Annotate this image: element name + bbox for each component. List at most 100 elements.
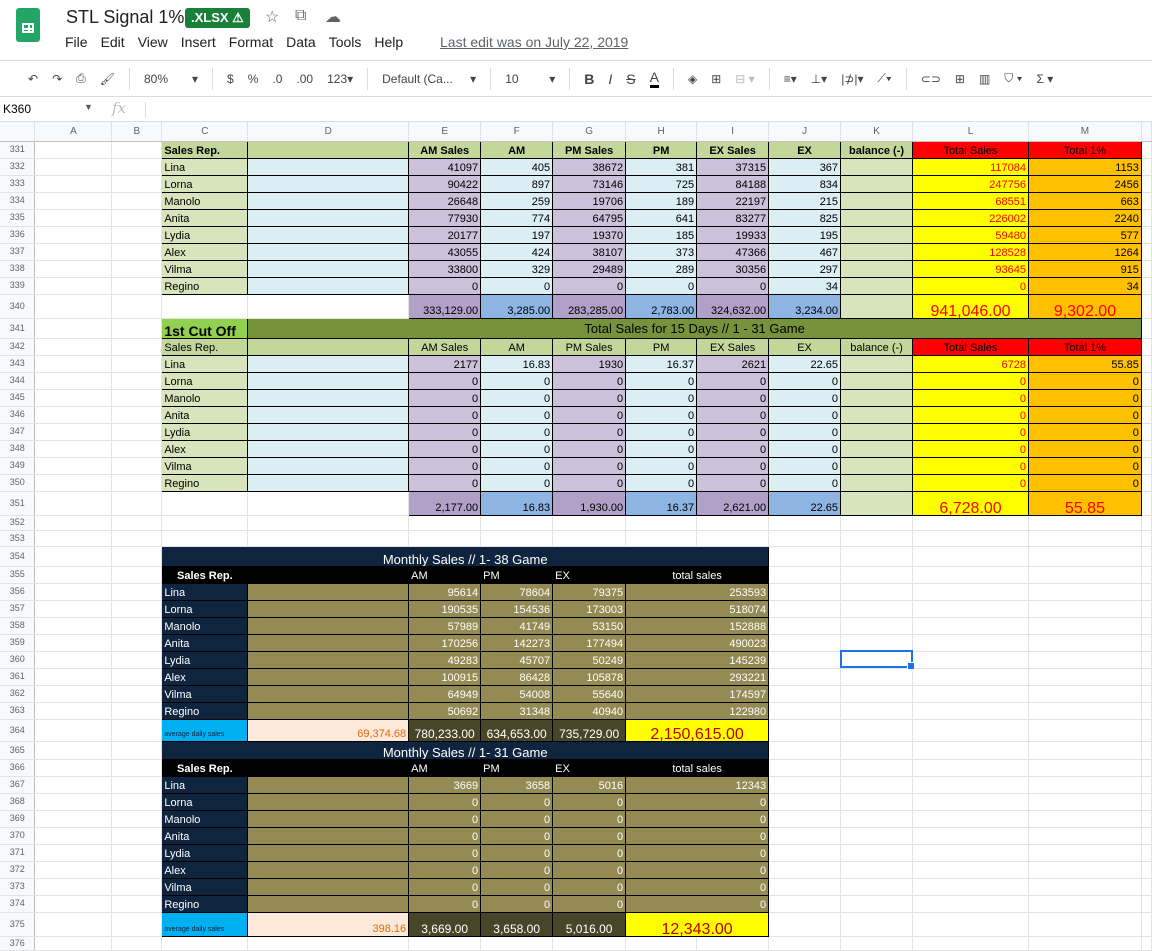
cell-d[interactable]	[247, 701, 410, 720]
cell-c[interactable]: Lorna	[161, 371, 249, 390]
cell-k[interactable]	[840, 208, 914, 227]
cell-b[interactable]	[111, 530, 163, 547]
cell-i[interactable]: 84188	[696, 174, 770, 193]
row-header[interactable]: 345	[0, 389, 36, 407]
row-header[interactable]: 353	[0, 530, 36, 547]
cell-i[interactable]	[696, 515, 770, 531]
cell-a[interactable]	[34, 776, 113, 794]
cell-h[interactable]: 0	[625, 371, 698, 390]
decrease-decimal-button[interactable]: .0	[272, 72, 282, 86]
cell-j[interactable]	[768, 793, 842, 811]
cell-d[interactable]	[247, 337, 410, 356]
cell-d[interactable]	[247, 276, 410, 295]
cell-c[interactable]: Lina	[161, 157, 249, 176]
cell-a[interactable]	[34, 355, 113, 373]
cell-e[interactable]: 333,129.00	[408, 293, 482, 319]
cell-g[interactable]: 0	[552, 473, 627, 492]
cell-c[interactable]: Lina	[161, 582, 249, 601]
cell-k[interactable]	[840, 422, 914, 441]
cell-j[interactable]: 0	[768, 473, 842, 492]
cell-c[interactable]: Lorna	[161, 792, 249, 811]
cell-b[interactable]	[111, 741, 163, 760]
cell-e[interactable]: 49283	[408, 650, 482, 669]
cell-k[interactable]	[840, 702, 914, 720]
cell-g[interactable]	[552, 530, 627, 547]
row-header[interactable]: 335	[0, 209, 36, 227]
file-format-badge[interactable]: .XLSX ⚠	[185, 8, 250, 28]
cell-k[interactable]	[840, 388, 914, 407]
cell-b[interactable]	[111, 226, 163, 244]
cell-d[interactable]	[247, 936, 410, 951]
cell-g[interactable]: 50249	[552, 650, 627, 669]
row-header[interactable]: 375	[0, 912, 36, 937]
row-header[interactable]: 374	[0, 895, 36, 913]
cell-e[interactable]: 3669	[408, 775, 482, 794]
cell-a[interactable]	[34, 702, 113, 720]
cell-j[interactable]	[768, 566, 842, 584]
cell-f[interactable]	[480, 515, 554, 531]
cell-c[interactable]: Manolo	[161, 388, 249, 407]
cell-i[interactable]: 30356	[696, 259, 770, 278]
cell-m[interactable]	[1028, 651, 1142, 669]
cell-a[interactable]	[34, 793, 113, 811]
row-header[interactable]: 356	[0, 583, 36, 601]
cell-f[interactable]: 54008	[480, 684, 554, 703]
cell-d[interactable]	[247, 208, 410, 227]
row-header[interactable]: 350	[0, 474, 36, 492]
cell-h[interactable]: PM	[625, 337, 698, 356]
cell-m[interactable]	[1028, 600, 1142, 618]
cell-m[interactable]	[1028, 530, 1142, 547]
cell-l[interactable]	[912, 844, 1029, 862]
cell-h[interactable]: 0	[625, 439, 698, 458]
cell-d[interactable]	[247, 894, 410, 913]
cell-b[interactable]	[111, 141, 163, 159]
fill-color-icon[interactable]: ◈	[688, 72, 697, 86]
cell-c[interactable]: Sales Rep.	[161, 140, 249, 159]
cell-e[interactable]: 41097	[408, 157, 482, 176]
cell-g[interactable]: 105878	[552, 667, 627, 686]
cell-l[interactable]	[912, 936, 1029, 951]
cell-j[interactable]	[768, 651, 842, 669]
cell-b[interactable]	[111, 277, 163, 295]
cell-a[interactable]	[34, 600, 113, 618]
cell-b[interactable]	[111, 827, 163, 845]
cell-d[interactable]	[247, 616, 410, 635]
cell-f[interactable]: 0	[480, 843, 554, 862]
column-header-m[interactable]: M	[1028, 122, 1142, 142]
cell-c[interactable]: Anita	[161, 405, 249, 424]
cell-e[interactable]: AM Sales	[408, 337, 482, 356]
cell-d[interactable]	[247, 456, 410, 475]
cell-b[interactable]	[111, 617, 163, 635]
cell-d[interactable]	[247, 633, 410, 652]
cell-g[interactable]: 19370	[552, 225, 627, 244]
cell-m[interactable]	[1028, 895, 1142, 913]
cell-j[interactable]: 0	[768, 388, 842, 407]
cell-a[interactable]	[34, 566, 113, 584]
cell-g[interactable]: PM Sales	[552, 140, 627, 159]
cell-b[interactable]	[111, 776, 163, 794]
cell-h[interactable]: 12,343.00	[625, 911, 770, 937]
cell-e[interactable]: 0	[408, 843, 482, 862]
cell-i[interactable]: 22197	[696, 191, 770, 210]
menu-format[interactable]: Format	[229, 34, 273, 50]
cell-g[interactable]: 177494	[552, 633, 627, 652]
borders-icon[interactable]: ⊞	[711, 72, 721, 86]
cell-j[interactable]	[768, 844, 842, 862]
cell-i[interactable]: EX Sales	[696, 337, 770, 356]
cell-a[interactable]	[34, 912, 113, 937]
cell-f[interactable]: 142273	[480, 633, 554, 652]
cell-h[interactable]: 725	[625, 174, 698, 193]
row-header[interactable]: 369	[0, 810, 36, 828]
cell-h[interactable]: 0	[625, 456, 698, 475]
cell-a[interactable]	[34, 226, 113, 244]
cell-e[interactable]: 57989	[408, 616, 482, 635]
cell-l[interactable]	[912, 719, 1029, 742]
cell-c[interactable]: 1st Cut Off	[161, 317, 249, 339]
cell-j[interactable]: 34	[768, 276, 842, 295]
cell-d[interactable]	[247, 140, 410, 159]
cell-d[interactable]	[247, 565, 410, 584]
row-header[interactable]: 367	[0, 776, 36, 794]
cell-c[interactable]: Monthly Sales // 1- 31 Game	[161, 740, 770, 760]
cell-b[interactable]	[111, 810, 163, 828]
cell-f[interactable]: 41749	[480, 616, 554, 635]
